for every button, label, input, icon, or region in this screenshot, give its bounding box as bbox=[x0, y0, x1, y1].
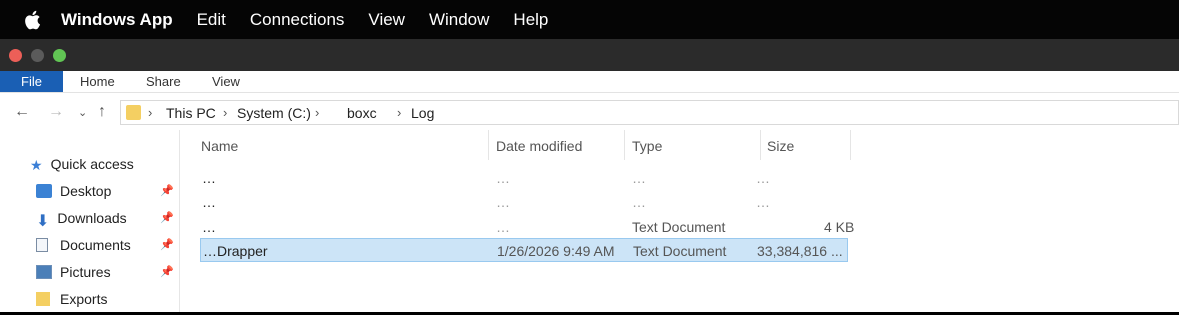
folder-icon bbox=[36, 292, 50, 306]
menu-connections[interactable]: Connections bbox=[250, 10, 345, 30]
file-size: … bbox=[756, 170, 771, 186]
breadcrumb-folder[interactable]: boxc bbox=[347, 105, 377, 121]
breadcrumb-log[interactable]: Log bbox=[411, 105, 434, 121]
download-arrow-icon: ⬇ bbox=[36, 213, 50, 230]
column-divider[interactable] bbox=[624, 130, 625, 160]
column-divider[interactable] bbox=[760, 130, 761, 160]
column-header-type[interactable]: Type bbox=[632, 138, 662, 154]
document-icon bbox=[36, 238, 48, 252]
desktop-icon bbox=[36, 184, 52, 198]
nav-pictures[interactable]: Pictures bbox=[36, 262, 111, 282]
file-type: … bbox=[632, 194, 647, 210]
nav-documents[interactable]: Documents bbox=[36, 235, 131, 255]
file-row[interactable]: … … … … bbox=[200, 166, 848, 190]
nav-desktop[interactable]: Desktop bbox=[36, 181, 111, 201]
folder-icon bbox=[126, 105, 141, 120]
tab-home[interactable]: Home bbox=[80, 71, 115, 92]
navigation-row: ← → ⌄ ↑ › This PC › System (C:) › boxc ›… bbox=[0, 92, 1179, 130]
breadcrumb-this-pc[interactable]: This PC bbox=[166, 105, 216, 121]
pin-icon[interactable]: 📌 bbox=[160, 211, 174, 224]
column-header-name[interactable]: Name bbox=[201, 138, 238, 154]
file-list: Name Date modified Type Size … … … … … …… bbox=[190, 130, 1179, 312]
file-type: Text Document bbox=[632, 219, 726, 235]
column-divider[interactable] bbox=[850, 130, 851, 160]
file-size: … bbox=[756, 194, 771, 210]
breadcrumb-separator-icon[interactable]: › bbox=[148, 105, 152, 120]
nav-downloads[interactable]: ⬇ Downloads bbox=[36, 208, 127, 230]
app-name-menu[interactable]: Windows App bbox=[61, 10, 173, 30]
close-window-button[interactable] bbox=[9, 49, 22, 62]
minimize-window-button[interactable] bbox=[31, 49, 44, 62]
star-icon: ★ bbox=[30, 157, 43, 173]
file-type: Text Document bbox=[633, 243, 727, 259]
column-divider[interactable] bbox=[488, 130, 489, 160]
file-name: … bbox=[202, 194, 217, 210]
breadcrumb-separator-icon[interactable]: › bbox=[315, 105, 319, 120]
breadcrumb-separator-icon[interactable]: › bbox=[223, 105, 227, 120]
pin-icon[interactable]: 📌 bbox=[160, 184, 174, 197]
nav-label: Quick access bbox=[50, 156, 134, 172]
mac-menu-bar: Windows App Edit Connections View Window… bbox=[0, 0, 1179, 39]
breadcrumb-separator-icon[interactable]: › bbox=[397, 105, 401, 120]
file-size: 4 KB bbox=[824, 219, 855, 235]
nav-label: Downloads bbox=[57, 210, 127, 226]
file-name: … bbox=[202, 219, 217, 235]
recent-locations-chevron-icon[interactable]: ⌄ bbox=[78, 106, 87, 119]
nav-label: Desktop bbox=[60, 183, 112, 199]
breadcrumb-system-c[interactable]: System (C:) bbox=[237, 105, 311, 121]
window-title-bar bbox=[0, 39, 1179, 71]
apple-logo-icon[interactable] bbox=[23, 10, 41, 30]
zoom-window-button[interactable] bbox=[53, 49, 66, 62]
column-header-size[interactable]: Size bbox=[767, 138, 794, 154]
pin-icon[interactable]: 📌 bbox=[160, 265, 174, 278]
address-bar[interactable]: › This PC › System (C:) › boxc › Log bbox=[120, 100, 1179, 125]
menu-edit[interactable]: Edit bbox=[197, 10, 226, 30]
tab-file[interactable]: File bbox=[0, 71, 63, 92]
column-header-date[interactable]: Date modified bbox=[496, 138, 582, 154]
pictures-icon bbox=[36, 265, 52, 279]
file-date: 1/26/2026 9:49 AM bbox=[497, 243, 615, 259]
back-arrow-icon[interactable]: ← bbox=[14, 103, 30, 121]
file-date: … bbox=[496, 194, 511, 210]
menu-help[interactable]: Help bbox=[513, 10, 548, 30]
file-name: … bbox=[202, 170, 217, 186]
tab-share[interactable]: Share bbox=[146, 71, 181, 92]
file-date: … bbox=[496, 170, 511, 186]
forward-arrow-icon[interactable]: → bbox=[48, 103, 64, 121]
file-row-selected[interactable]: …Drapper 1/26/2026 9:49 AM Text Document… bbox=[200, 238, 848, 262]
pin-icon[interactable]: 📌 bbox=[160, 238, 174, 251]
up-arrow-icon[interactable]: ↑ bbox=[98, 103, 106, 121]
file-size: 33,384,816 ... bbox=[757, 243, 843, 259]
explorer-main: ★ Quick access Desktop 📌 ⬇ Downloads 📌 D… bbox=[0, 130, 1179, 312]
file-type: … bbox=[632, 170, 647, 186]
nav-label: Documents bbox=[60, 237, 131, 253]
nav-label: Exports bbox=[60, 291, 108, 307]
nav-exports[interactable]: Exports bbox=[36, 289, 107, 309]
nav-quick-access[interactable]: ★ Quick access bbox=[30, 154, 134, 174]
file-name: …Drapper bbox=[203, 243, 268, 259]
file-date: … bbox=[496, 219, 511, 235]
menu-window[interactable]: Window bbox=[429, 10, 489, 30]
ribbon-tabs: File Home Share View bbox=[0, 71, 1179, 92]
file-row[interactable]: … … … … bbox=[200, 190, 848, 214]
nav-label: Pictures bbox=[60, 264, 111, 280]
menu-view[interactable]: View bbox=[368, 10, 405, 30]
tab-view[interactable]: View bbox=[212, 71, 240, 92]
file-row[interactable]: … … Text Document 4 KB bbox=[200, 215, 854, 239]
navigation-pane: ★ Quick access Desktop 📌 ⬇ Downloads 📌 D… bbox=[0, 130, 180, 312]
